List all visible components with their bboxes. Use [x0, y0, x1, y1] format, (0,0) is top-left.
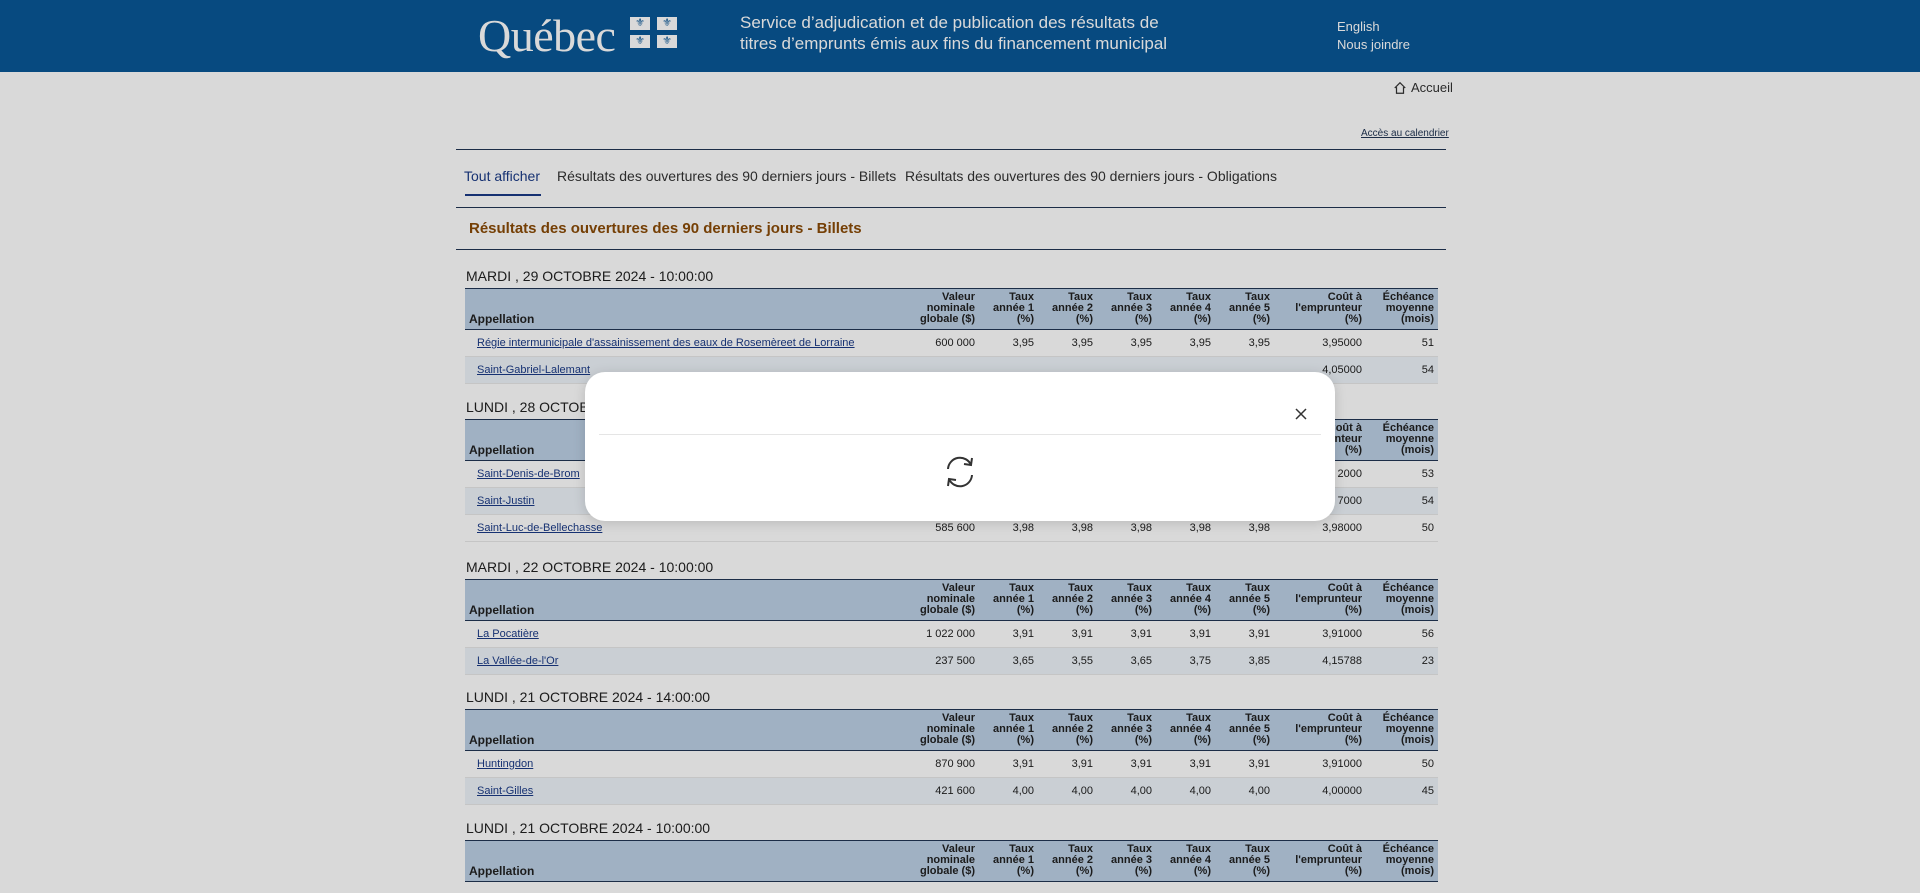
refresh-icon: [947, 456, 973, 488]
modal-divider: [599, 434, 1321, 435]
close-icon[interactable]: [1289, 402, 1313, 426]
loading-modal: [585, 372, 1335, 521]
